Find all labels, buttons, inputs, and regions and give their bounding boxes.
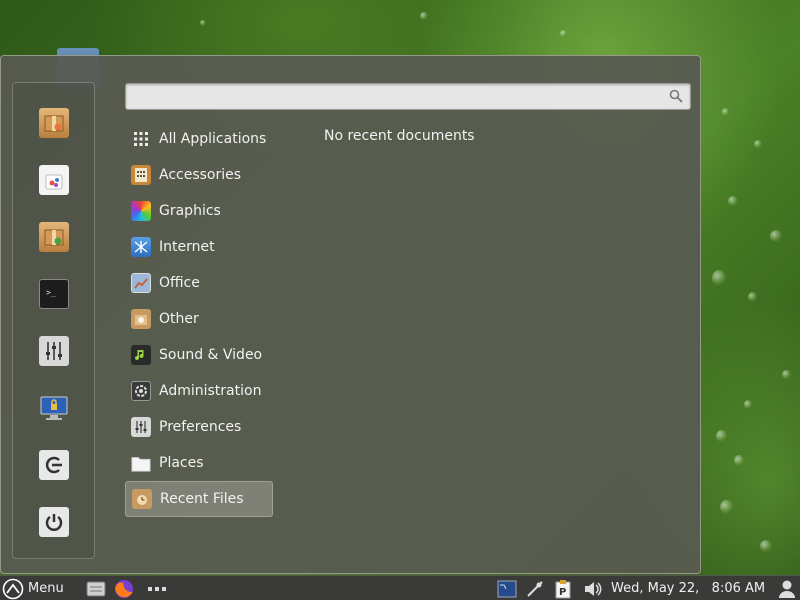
sound-video-icon (131, 345, 151, 365)
accessories-icon (131, 165, 151, 185)
settings-sliders-icon[interactable] (39, 336, 69, 366)
category-preferences[interactable]: Preferences (125, 409, 273, 445)
folder-icon (131, 453, 151, 473)
category-graphics[interactable]: Graphics (125, 193, 273, 229)
category-internet[interactable]: Internet (125, 229, 273, 265)
svg-text:P: P (559, 587, 566, 598)
grid-icon (131, 129, 151, 149)
volume-icon[interactable] (583, 576, 603, 600)
firefox-icon[interactable] (113, 576, 135, 600)
software-store-icon[interactable] (39, 165, 69, 195)
category-label: Other (159, 311, 199, 327)
lock-screen-icon[interactable] (39, 393, 69, 423)
power-icon[interactable] (39, 507, 69, 537)
category-places[interactable]: Places (125, 445, 273, 481)
taskbar: Menu P Wed, May 22, 8:06 AM (0, 575, 800, 600)
svg-text:>_: >_ (46, 288, 56, 297)
category-label: Recent Files (160, 491, 244, 507)
category-label: Accessories (159, 167, 242, 183)
logout-icon[interactable] (39, 450, 69, 480)
no-recent-documents-message: No recent documents (324, 128, 475, 144)
other-icon (131, 309, 151, 329)
software-manager-icon[interactable] (39, 108, 69, 138)
user-icon[interactable] (778, 576, 796, 600)
category-label: All Applications (159, 131, 267, 147)
clipboard-icon[interactable]: P (554, 576, 572, 600)
graphics-icon (131, 201, 151, 221)
network-icon[interactable] (526, 576, 544, 600)
category-label: Administration (159, 383, 262, 399)
category-label: Office (159, 275, 200, 291)
menu-button[interactable]: Menu (2, 576, 64, 600)
category-accessories[interactable]: Accessories (125, 157, 273, 193)
favorites-bar: >_ (12, 82, 95, 559)
search-icon (669, 89, 683, 103)
category-label: Internet (159, 239, 215, 255)
category-all-applications[interactable]: All Applications (125, 121, 273, 157)
package-install-icon[interactable] (39, 222, 69, 252)
category-office[interactable]: Office (125, 265, 273, 301)
category-administration[interactable]: Administration (125, 373, 273, 409)
category-sound-video[interactable]: Sound & Video (125, 337, 273, 373)
search-box[interactable] (125, 83, 691, 110)
clock[interactable]: Wed, May 22, 8:06 AM (611, 576, 765, 600)
category-label: Places (159, 455, 204, 471)
menu-label: Menu (28, 581, 64, 596)
terminal-icon[interactable]: >_ (39, 279, 69, 309)
category-recent-files[interactable]: Recent Files (125, 481, 273, 517)
show-desktop-icon[interactable] (86, 576, 106, 600)
application-menu: >_ All Applications Accessories Graphics… (0, 55, 701, 574)
category-label: Graphics (159, 203, 221, 219)
preferences-icon (131, 417, 151, 437)
category-other[interactable]: Other (125, 301, 273, 337)
more-apps-icon[interactable] (147, 576, 167, 600)
internet-icon (131, 237, 151, 257)
office-icon (131, 273, 151, 293)
category-list: All Applications Accessories Graphics In… (125, 121, 273, 517)
workspace-icon[interactable] (497, 576, 517, 600)
administration-icon (131, 381, 151, 401)
category-label: Sound & Video (159, 347, 263, 363)
search-input[interactable] (126, 84, 690, 109)
recent-files-icon (132, 489, 152, 509)
category-label: Preferences (159, 419, 242, 435)
mint-logo-icon (2, 578, 24, 599)
